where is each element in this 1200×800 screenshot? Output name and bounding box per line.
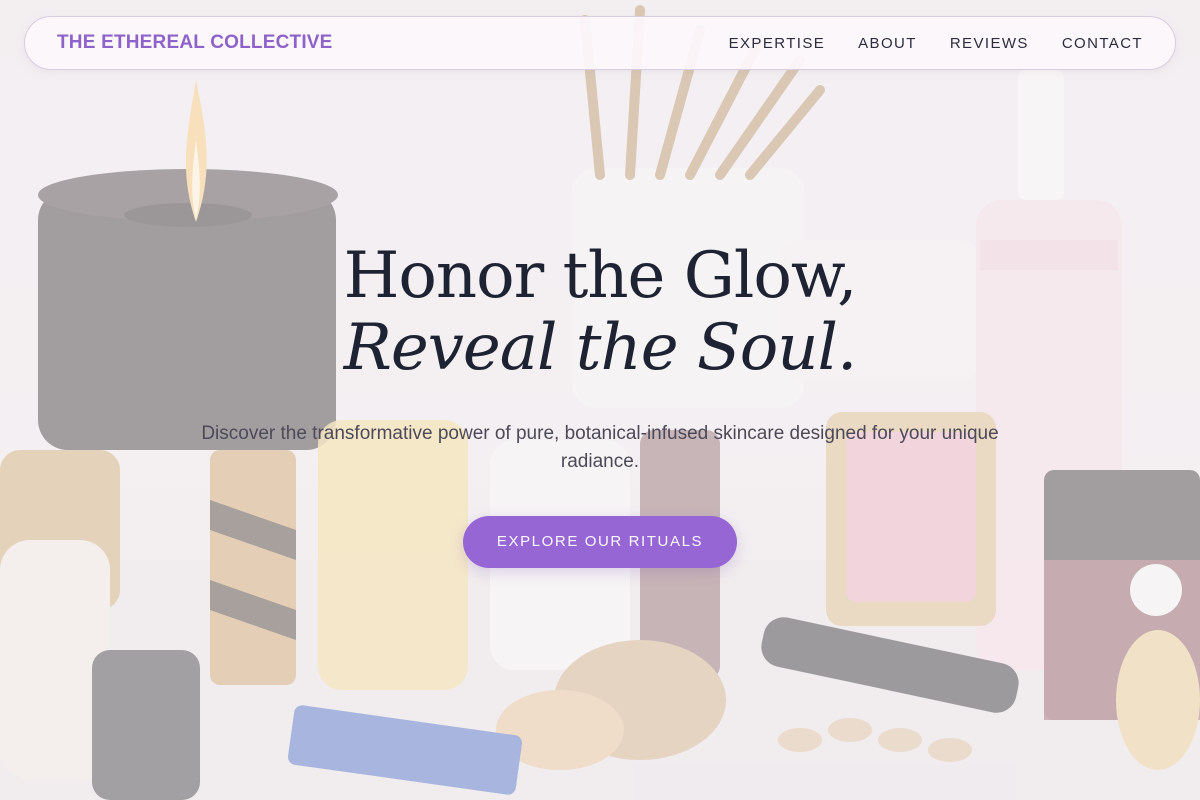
hero-section: Honor the Glow, Reveal the Soul. Discove…: [0, 240, 1200, 568]
headline-line-2: Reveal the Soul.: [343, 311, 858, 385]
nav-link-reviews[interactable]: REVIEWS: [950, 35, 1029, 52]
hero-subtext: Discover the transformative power of pur…: [201, 423, 999, 472]
nav-links: EXPERTISE ABOUT REVIEWS CONTACT: [729, 35, 1143, 52]
nav-link-contact[interactable]: CONTACT: [1062, 35, 1143, 52]
hero-headline: Honor the Glow, Reveal the Soul.: [0, 240, 1200, 384]
explore-rituals-button[interactable]: EXPLORE OUR RITUALS: [463, 516, 737, 568]
top-navigation: THE ETHEREAL COLLECTIVE EXPERTISE ABOUT …: [24, 16, 1176, 70]
brand-logo-link[interactable]: THE ETHEREAL COLLECTIVE: [57, 32, 333, 54]
headline-line-1: Honor the Glow,: [343, 239, 858, 313]
nav-link-expertise[interactable]: EXPERTISE: [729, 35, 826, 52]
nav-link-about[interactable]: ABOUT: [858, 35, 917, 52]
